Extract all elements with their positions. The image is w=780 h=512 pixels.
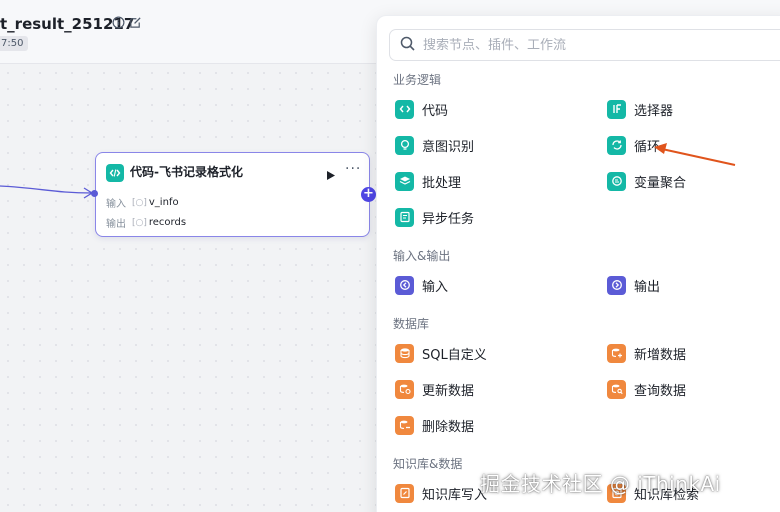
node-item-delete-data[interactable]: 删除数据: [395, 414, 474, 436]
more-icon[interactable]: ···: [345, 161, 361, 177]
node-item-input[interactable]: 输入: [395, 274, 448, 296]
node-item-async[interactable]: 异步任务: [395, 206, 474, 228]
watermark-text: 掘金技术社区 @ iThinkAi: [480, 472, 721, 496]
section-logic: 业务逻辑: [393, 73, 442, 87]
database-icon: [395, 343, 414, 363]
annotation-arrow: [654, 143, 736, 166]
item-label: 查询数据: [634, 383, 687, 399]
array-icon: [○]: [132, 217, 147, 228]
node-input-row: 输入 [○] v_info: [106, 195, 179, 210]
database-update-icon: [395, 379, 414, 399]
add-node-button[interactable]: +: [361, 187, 376, 202]
item-label: 新增数据: [634, 347, 687, 363]
node-item-batch[interactable]: 批处理: [395, 170, 461, 192]
node-item-add-data[interactable]: 新增数据: [607, 342, 686, 364]
selector-icon: [607, 99, 626, 119]
lightbulb-icon: [395, 135, 414, 155]
node-item-selector[interactable]: 选择器: [607, 98, 673, 120]
input-variable: [○] v_info: [132, 197, 179, 208]
item-label: 更新数据: [422, 383, 475, 399]
node-picker-panel: 业务逻辑 代码 选择器 意图识别 循环 批处理 变量聚合 异步任务 输入&输出 …: [376, 15, 780, 512]
item-label: 异步任务: [422, 211, 475, 227]
code-icon: [395, 99, 414, 119]
node-output-row: 输出 [○] records: [106, 215, 186, 230]
section-io: 输入&输出: [393, 249, 451, 263]
code-node[interactable]: 代码-飞书记录格式化 ··· 输入 [○] v_info 输出 [○] reco…: [95, 152, 370, 237]
database-delete-icon: [395, 415, 414, 435]
input-icon: [395, 275, 414, 295]
code-icon: [106, 164, 124, 182]
async-task-icon: [395, 207, 414, 227]
item-label: 选择器: [634, 103, 674, 119]
run-icon[interactable]: [326, 166, 336, 185]
output-var-name: records: [148, 217, 187, 228]
output-label: 输出: [106, 219, 126, 230]
aggregate-icon: [607, 171, 626, 191]
input-label: 输入: [106, 199, 126, 210]
node-item-update-data[interactable]: 更新数据: [395, 378, 474, 400]
item-label: 变量聚合: [634, 175, 687, 191]
item-label: 代码: [422, 103, 449, 119]
edit-icon[interactable]: [128, 15, 142, 29]
node-item-sql[interactable]: SQL自定义: [395, 342, 487, 364]
output-variable: [○] records: [132, 217, 186, 228]
search-input[interactable]: [423, 37, 723, 53]
node-item-var-aggregate[interactable]: 变量聚合: [607, 170, 686, 192]
layers-icon: [395, 171, 414, 191]
search-icon: [400, 36, 415, 55]
saved-time-badge: 7:50: [0, 36, 29, 51]
output-icon: [607, 275, 626, 295]
database-add-icon: [607, 343, 626, 363]
section-kb: 知识库&数据: [393, 457, 463, 471]
item-label: SQL自定义: [422, 347, 487, 363]
loop-icon: [607, 135, 626, 155]
item-label: 知识库写入: [422, 487, 488, 503]
node-title: 代码-飞书记录格式化: [130, 165, 243, 179]
item-label: 输出: [634, 279, 661, 295]
node-item-code[interactable]: 代码: [395, 98, 448, 120]
info-icon[interactable]: [111, 15, 125, 29]
node-item-kb-write[interactable]: 知识库写入: [395, 482, 487, 504]
database-search-icon: [607, 379, 626, 399]
node-item-intent[interactable]: 意图识别: [395, 134, 474, 156]
node-item-query-data[interactable]: 查询数据: [607, 378, 686, 400]
item-label: 意图识别: [422, 139, 475, 155]
node-item-output[interactable]: 输出: [607, 274, 660, 296]
section-db: 数据库: [393, 317, 430, 331]
item-label: 删除数据: [422, 419, 475, 435]
item-label: 输入: [422, 279, 449, 295]
item-label: 批处理: [422, 175, 462, 191]
input-port[interactable]: [91, 190, 98, 197]
search-box[interactable]: [389, 29, 780, 61]
kb-write-icon: [395, 483, 414, 503]
array-icon: [○]: [132, 197, 147, 208]
connection-edge: [0, 185, 94, 199]
input-var-name: v_info: [148, 197, 179, 208]
